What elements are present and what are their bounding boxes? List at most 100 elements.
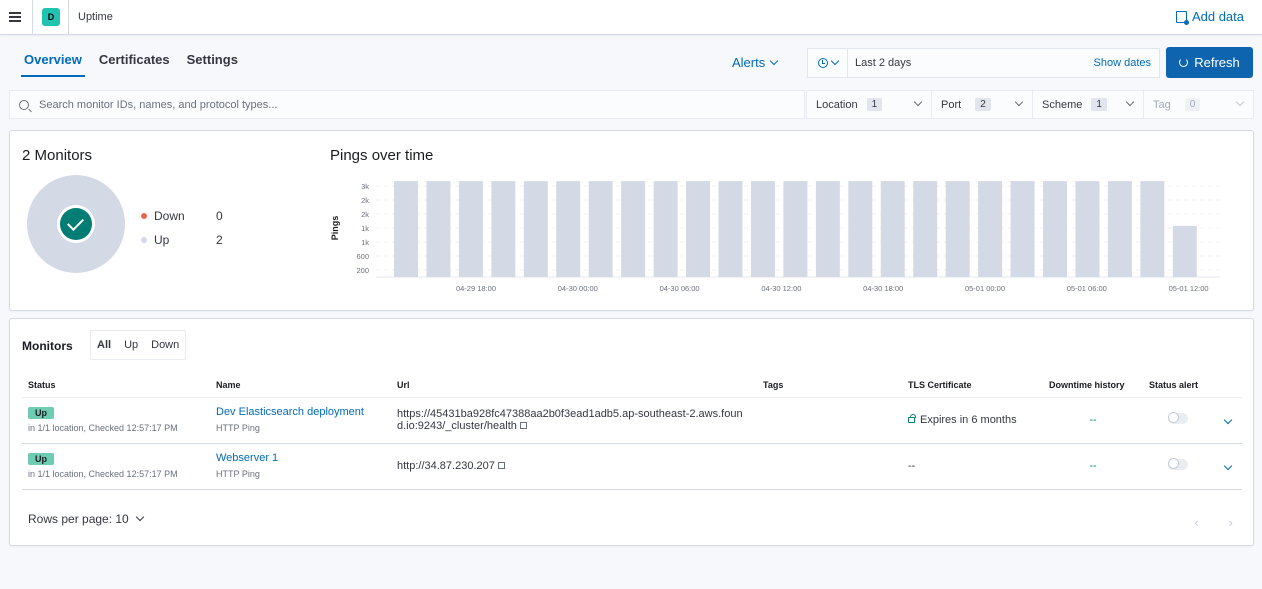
bar [394, 181, 418, 277]
header-divider [32, 0, 33, 35]
date-picker: Last 2 days Show dates [807, 48, 1160, 78]
legend-value: 0 [216, 209, 223, 223]
status-detail: in 1/1 location, Checked 12:57:17 PM [28, 468, 178, 479]
bar [1140, 181, 1165, 277]
x-tick-label: 05-01 12:00 [1169, 284, 1209, 293]
tab-certificates[interactable]: Certificates [99, 52, 170, 74]
filter-location[interactable]: Location 1 [807, 91, 932, 118]
expand-row-icon[interactable] [1223, 461, 1232, 471]
x-tick-label: 04-29 18:00 [456, 284, 496, 293]
url-cell: https://45431ba928fc47388aa2b0f3ead1adb5… [391, 397, 757, 444]
status-alert-cell [1143, 397, 1213, 444]
status-alert-toggle[interactable] [1168, 458, 1188, 470]
down-dot-icon [141, 213, 147, 219]
chevron-down-icon [1235, 97, 1245, 107]
header-divider [68, 0, 69, 35]
y-tick-label: 1k [361, 238, 369, 247]
downtime-history: -- [1043, 397, 1143, 444]
column-header-name[interactable]: Name [210, 373, 391, 398]
x-tick-label: 04-30 18:00 [863, 284, 903, 293]
bar [1010, 181, 1035, 277]
monitor-name-link[interactable]: Dev Elasticsearch deployment [216, 406, 385, 418]
status-filter-group: All Up Down [90, 330, 187, 360]
bar [783, 181, 808, 277]
filter-scheme[interactable]: Scheme 1 [1033, 91, 1144, 118]
filter-count-badge: 0 [1184, 98, 1201, 111]
y-tick-label: 200 [356, 266, 369, 275]
menu-icon[interactable] [9, 12, 21, 22]
quick-select-button[interactable] [808, 49, 848, 77]
up-dot-icon [141, 237, 147, 243]
status-filter-down[interactable]: Down [151, 339, 179, 351]
filter-count-badge: 2 [975, 98, 991, 111]
expand-cell [1213, 397, 1242, 444]
filter-count-badge: 1 [1091, 98, 1107, 111]
add-data-icon [1175, 10, 1189, 25]
bar [913, 181, 938, 277]
date-range-text[interactable]: Last 2 days [848, 57, 1094, 69]
bar [426, 181, 451, 277]
table-row: Up in 1/1 location, Checked 12:57:17 PM … [22, 397, 1242, 444]
refresh-label: Refresh [1194, 55, 1240, 70]
bar [880, 181, 905, 277]
chevron-down-icon [1014, 97, 1024, 107]
y-axis-label: Pings [330, 216, 340, 241]
column-header-status[interactable]: Status [22, 373, 210, 398]
expand-row-icon[interactable] [1223, 415, 1232, 425]
y-tick-label: 3k [361, 182, 369, 191]
tab-overview[interactable]: Overview [21, 52, 85, 77]
alerts-label: Alerts [732, 55, 766, 70]
show-dates-link[interactable]: Show dates [1094, 57, 1159, 69]
previous-page-icon[interactable]: ‹ [1194, 515, 1198, 530]
tab-settings[interactable]: Settings [187, 52, 238, 74]
refresh-button[interactable]: Refresh [1166, 47, 1253, 78]
downtime-history: -- [1043, 443, 1143, 490]
alerts-dropdown[interactable]: Alerts [732, 55, 779, 70]
monitor-url-link[interactable]: http://34.87.230.207 [397, 460, 495, 472]
bar [458, 181, 483, 277]
bar [556, 181, 581, 277]
monitor-type: HTTP Ping [216, 469, 260, 479]
bar [848, 181, 873, 277]
monitor-name-link[interactable]: Webserver 1 [216, 452, 385, 464]
snapshot-panel: 2 Monitors Down 0 Up 2 Pings over time P… [9, 130, 1254, 311]
filter-port[interactable]: Port 2 [932, 91, 1033, 118]
x-tick-label: 05-01 06:00 [1067, 284, 1107, 293]
tags-cell [757, 443, 902, 490]
bar [945, 181, 970, 277]
monitor-url-link[interactable]: https://45431ba928fc47388aa2b0f3ead1adb5… [397, 408, 743, 432]
search-input[interactable] [39, 98, 739, 111]
legend-item-down: Down 0 [141, 204, 223, 228]
legend-label: Up [154, 233, 170, 247]
x-tick-label: 04-30 06:00 [660, 284, 700, 293]
status-filter-up[interactable]: Up [124, 339, 138, 351]
status-filter-all[interactable]: All [97, 339, 111, 351]
external-link-icon [497, 462, 505, 469]
column-header-tls: TLS Certificate [902, 373, 1043, 398]
bar [588, 181, 613, 277]
x-tick-label: 04-30 00:00 [558, 284, 598, 293]
monitor-list-panel: Monitors All Up Down Status Name Url Tag… [9, 318, 1254, 546]
filter-tag[interactable]: Tag 0 [1144, 91, 1253, 118]
page-tabs: Overview Certificates Settings [21, 52, 238, 77]
y-tick-label: 2k [361, 196, 369, 205]
tls-expiry: Expires in 6 months [920, 414, 1017, 426]
space-avatar[interactable]: D [42, 8, 60, 26]
bar [653, 181, 678, 277]
bar [1075, 181, 1100, 277]
chevron-down-icon [135, 512, 144, 522]
column-header-expand [1213, 373, 1242, 398]
rows-per-page-select[interactable]: Rows per page: 10 [28, 512, 144, 526]
rows-per-page-label: Rows per page: 10 [28, 512, 129, 526]
chevron-down-icon [1125, 97, 1135, 107]
add-data-link[interactable]: Add data [1175, 9, 1244, 25]
bar [1172, 225, 1197, 277]
status-badge: Up [28, 406, 54, 419]
next-page-icon[interactable]: › [1229, 515, 1233, 530]
legend-item-up: Up 2 [141, 228, 223, 252]
column-header-url: Url [391, 373, 757, 398]
status-cell: Up in 1/1 location, Checked 12:57:17 PM [22, 443, 210, 490]
y-tick-label: 2k [361, 210, 369, 219]
status-alert-toggle[interactable] [1168, 412, 1188, 424]
column-header-downtime: Downtime history [1043, 373, 1143, 398]
